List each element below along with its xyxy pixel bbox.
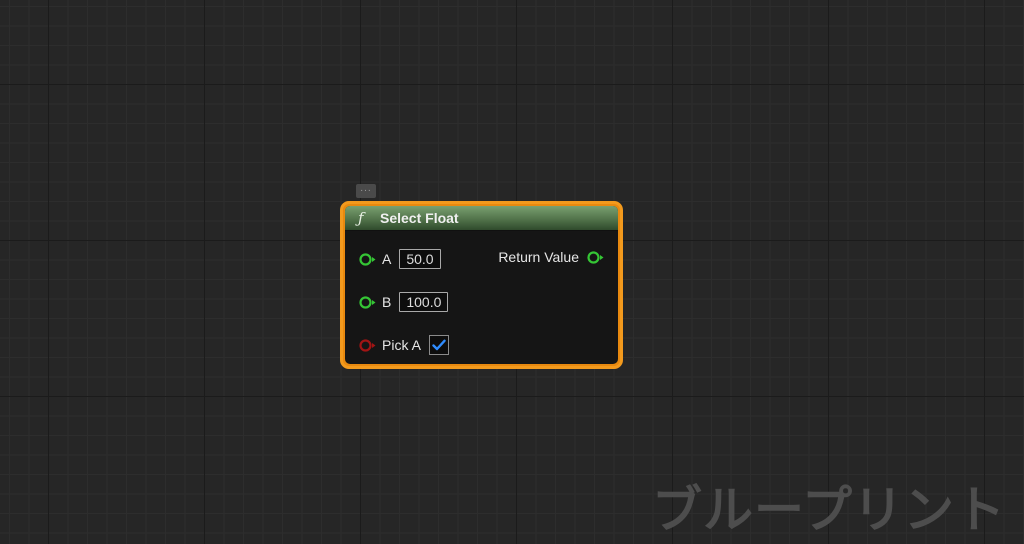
input-pin-row-pick-a: Pick A [359, 334, 449, 356]
select-float-node[interactable]: ƒ Select Float A 50.0 B 100.0 Pick A Ret… [340, 201, 623, 369]
input-pin-row-a: A 50.0 [359, 248, 441, 270]
function-icon: ƒ [358, 209, 364, 227]
input-pin-label-b: B [382, 294, 392, 310]
comment-bubble-icon[interactable]: ... [356, 184, 376, 198]
input-value-a-field[interactable]: 50.0 [399, 249, 441, 269]
node-header[interactable]: ƒ Select Float [345, 206, 618, 231]
bool-pin-pick-a-icon[interactable] [359, 338, 376, 352]
input-value-b-field[interactable]: 100.0 [399, 292, 449, 312]
input-pin-label-pick-a: Pick A [382, 337, 421, 353]
node-body: ƒ Select Float A 50.0 B 100.0 Pick A Ret… [345, 206, 618, 364]
pick-a-checkbox[interactable] [428, 335, 449, 355]
float-pin-b-icon[interactable] [359, 295, 376, 309]
output-pin-row-return-value: Return Value [498, 246, 604, 268]
input-pin-label-a: A [382, 251, 392, 267]
input-pin-row-b: B 100.0 [359, 291, 449, 313]
node-title: Select Float [380, 210, 459, 226]
output-pin-label-return-value: Return Value [498, 249, 579, 265]
checkmark-icon [432, 339, 446, 351]
float-pin-return-value-icon[interactable] [587, 250, 604, 264]
float-pin-a-icon[interactable] [359, 252, 376, 266]
blueprint-watermark: ブループリント [652, 481, 1006, 539]
